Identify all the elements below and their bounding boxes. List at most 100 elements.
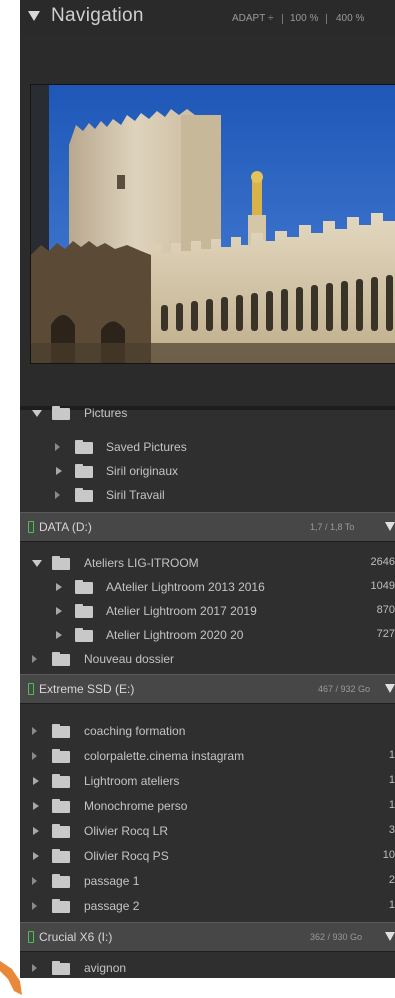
collapse-arrow-icon[interactable]: [32, 655, 40, 663]
folder-icon: [75, 488, 93, 502]
folder-label: Saved Pictures: [106, 440, 187, 454]
folder-row[interactable]: Nouveau dossier: [20, 648, 395, 671]
folder-row[interactable]: AAtelier Lightroom 2013 2016 1049: [20, 576, 395, 599]
zoom-separator: [282, 14, 283, 24]
folder-icon: [52, 406, 70, 420]
preview-photo[interactable]: [30, 84, 395, 364]
expand-arrow-icon[interactable]: [32, 560, 42, 567]
collapse-arrow-icon[interactable]: [32, 964, 40, 972]
folder-row[interactable]: Siril originaux: [20, 460, 395, 483]
zoom-400-option[interactable]: 400 %: [336, 13, 364, 24]
collapse-arrow-icon[interactable]: [32, 727, 40, 735]
collapse-arrow-icon[interactable]: [56, 607, 62, 615]
castle-photo-image: [31, 85, 395, 363]
zoom-100-option[interactable]: 100 %: [290, 13, 318, 24]
collapse-arrow-icon[interactable]: [33, 852, 39, 860]
zoom-fit-option[interactable]: ADAPT ÷: [232, 13, 273, 24]
folder-icon: [52, 799, 70, 813]
folder-row[interactable]: colorpalette.cinema instagram 1: [20, 745, 395, 768]
folder-label: passage 2: [84, 899, 140, 913]
folder-count: 1: [388, 774, 395, 786]
folder-count: 1: [388, 749, 395, 761]
folder-row[interactable]: avignon: [20, 957, 395, 978]
navigator-header[interactable]: Navigation ADAPT ÷ 100 % 400 %: [20, 0, 395, 34]
folder-icon: [52, 899, 70, 913]
folder-label: passage 1: [84, 874, 140, 888]
volume-status-icon: [28, 521, 34, 533]
volume-status-icon: [28, 683, 34, 695]
folder-count: 2: [388, 874, 395, 886]
collapse-arrow-icon[interactable]: [33, 777, 39, 785]
folder-row[interactable]: Lightroom ateliers 1: [20, 770, 395, 793]
folder-icon: [52, 874, 70, 888]
volume-status-icon: [28, 931, 34, 943]
folder-count: 10: [382, 849, 395, 861]
navigator-title: Navigation: [51, 5, 144, 26]
folder-label: coaching formation: [84, 724, 186, 738]
folder-row[interactable]: Olivier Rocq PS 10: [20, 845, 395, 868]
collapse-arrow-icon[interactable]: [33, 802, 39, 810]
folder-icon: [52, 774, 70, 788]
collapse-arrow-icon[interactable]: [32, 752, 40, 760]
folder-icon: [52, 824, 70, 838]
folder-row[interactable]: Pictures: [20, 402, 395, 425]
volume-menu-triangle-icon[interactable]: [385, 684, 395, 693]
folder-count: 2646: [370, 556, 395, 568]
volume-name: Extreme SSD (E:): [39, 682, 135, 696]
folder-icon: [75, 628, 93, 642]
folder-label: Atelier Lightroom 2020 20: [106, 628, 244, 642]
volume-name: DATA (D:): [39, 520, 92, 534]
folder-icon: [75, 580, 93, 594]
volume-size: 467 / 932 Go: [318, 684, 371, 694]
folder-row[interactable]: Atelier Lightroom 2017 2019 870: [20, 600, 395, 623]
folder-label: AAtelier Lightroom 2013 2016: [106, 580, 265, 594]
collapse-arrow-icon[interactable]: [56, 467, 62, 475]
collapse-arrow-icon[interactable]: [55, 491, 63, 499]
volume-menu-triangle-icon[interactable]: [385, 522, 395, 531]
folder-label: Pictures: [84, 406, 128, 420]
collapse-arrow-icon[interactable]: [32, 877, 40, 885]
folder-label: Ateliers LIG-ITROOM: [84, 556, 199, 570]
folder-icon: [52, 961, 70, 975]
folder-icon: [75, 464, 93, 478]
folder-label: Lightroom ateliers: [84, 774, 180, 788]
folder-row[interactable]: Saved Pictures: [20, 436, 395, 459]
volume-menu-triangle-icon[interactable]: [385, 932, 395, 941]
folder-row[interactable]: Monochrome perso 1: [20, 795, 395, 818]
folder-count: 1: [388, 899, 395, 911]
folder-count: 3: [388, 824, 395, 836]
collapse-triangle-icon[interactable]: [28, 11, 40, 21]
folder-label: Nouveau dossier: [84, 652, 175, 666]
collapse-arrow-icon[interactable]: [56, 631, 62, 639]
annotation-arrow-icon: [0, 961, 22, 995]
collapse-arrow-icon[interactable]: [56, 583, 62, 591]
collapse-arrow-icon[interactable]: [33, 827, 39, 835]
folder-icon: [52, 556, 70, 570]
folder-icon: [75, 604, 93, 618]
folder-row[interactable]: Siril Travail: [20, 484, 395, 507]
folder-row[interactable]: passage 1 2: [20, 870, 395, 893]
folder-row[interactable]: coaching formation: [20, 720, 395, 743]
collapse-arrow-icon[interactable]: [32, 902, 40, 910]
collapse-arrow-icon[interactable]: [55, 443, 63, 451]
folder-icon: [52, 652, 70, 666]
volume-name: Crucial X6 (I:): [39, 930, 113, 944]
volume-size: 362 / 930 Go: [310, 932, 363, 942]
folder-label: Siril Travail: [106, 488, 165, 502]
volume-header-data[interactable]: DATA (D:) 1,7 / 1,8 To: [20, 512, 395, 542]
folders-panel: Pictures Saved Pictures Siril originaux …: [20, 406, 395, 978]
folder-row[interactable]: passage 2 1: [20, 895, 395, 918]
volume-header-extreme-ssd[interactable]: Extreme SSD (E:) 467 / 932 Go: [20, 674, 395, 704]
folder-row[interactable]: Ateliers LIG-ITROOM 2646: [20, 552, 395, 575]
folder-icon: [75, 440, 93, 454]
folder-count: 1049: [370, 580, 395, 592]
zoom-separator: [326, 14, 327, 24]
expand-arrow-icon[interactable]: [32, 410, 42, 417]
folder-icon: [52, 849, 70, 863]
folder-row[interactable]: Atelier Lightroom 2020 20 727: [20, 624, 395, 647]
folder-count: 870: [376, 604, 395, 616]
left-panel: Navigation ADAPT ÷ 100 % 400 % Pictures …: [20, 0, 395, 978]
folder-row[interactable]: Olivier Rocq LR 3: [20, 820, 395, 843]
navigator-preview[interactable]: [20, 34, 395, 406]
volume-header-crucial-x6[interactable]: Crucial X6 (I:) 362 / 930 Go: [20, 922, 395, 952]
